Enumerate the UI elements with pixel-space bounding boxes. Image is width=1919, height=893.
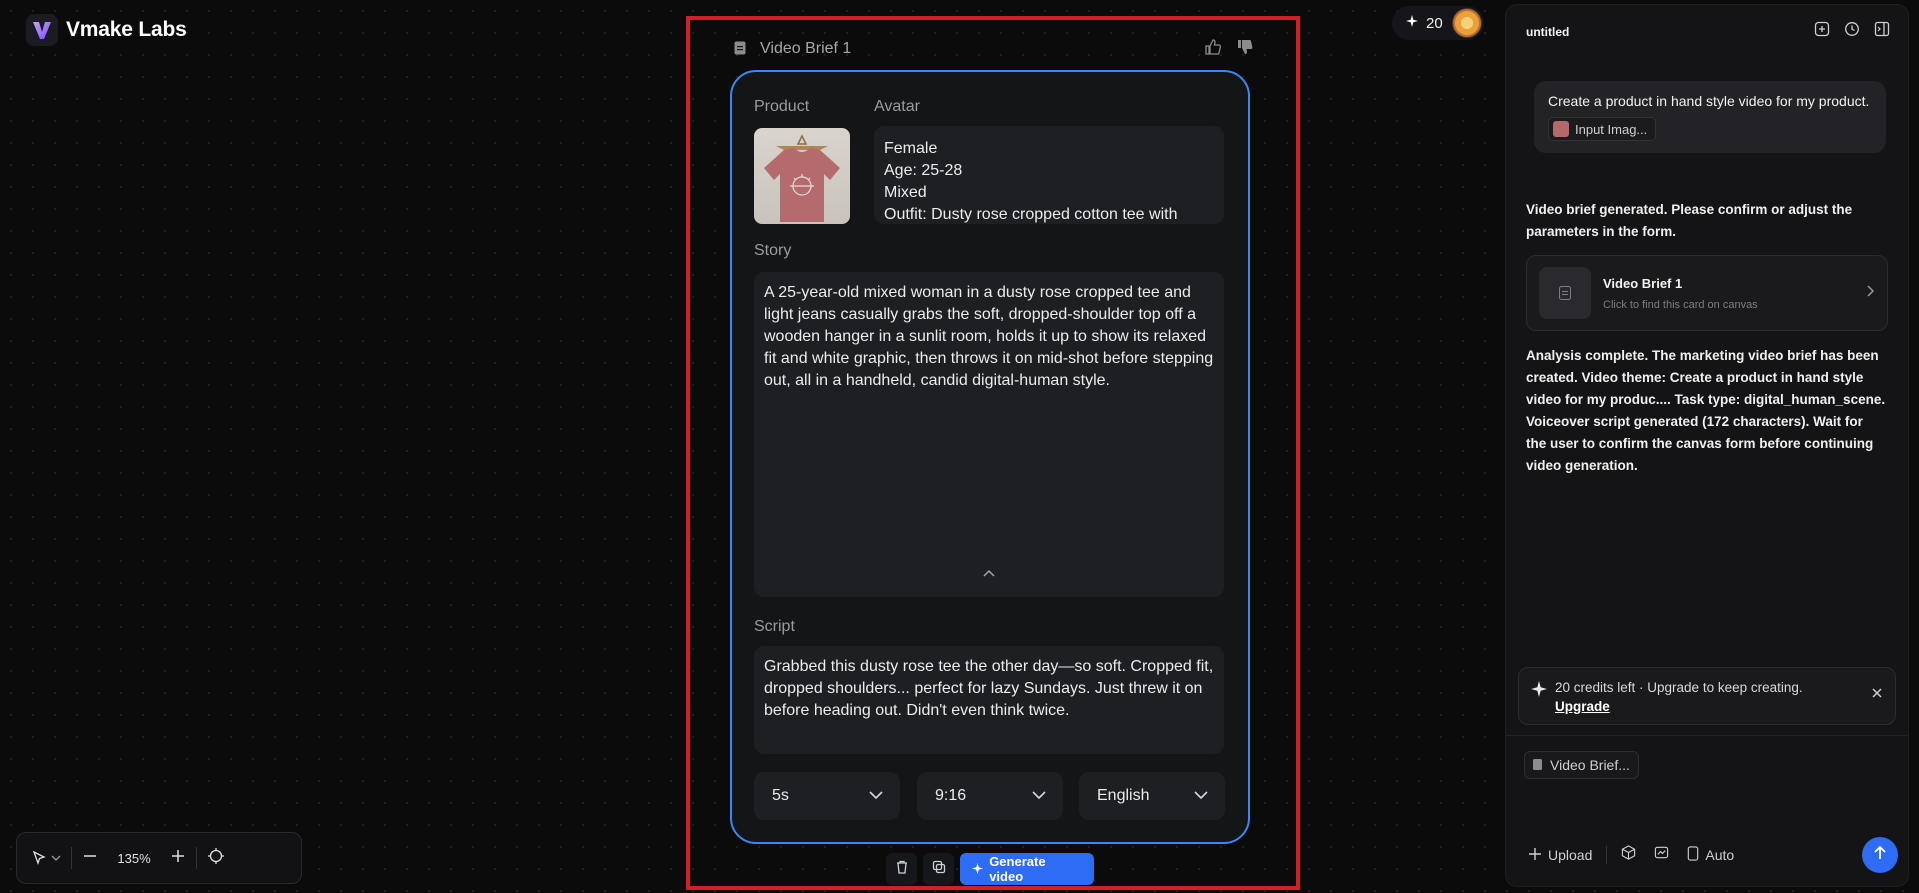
- delete-button[interactable]: [886, 853, 918, 885]
- sparkle-icon: [972, 862, 984, 877]
- card-header: Video Brief 1: [734, 36, 1254, 62]
- chevron-up-icon: [982, 563, 996, 585]
- duration-select[interactable]: 5s: [754, 772, 900, 820]
- recenter-icon[interactable]: [207, 847, 225, 870]
- composer-toolbar: Upload Auto: [1528, 837, 1898, 873]
- image-settings-icon[interactable]: [1654, 845, 1669, 865]
- script-text: Grabbed this dusty rose tee the other da…: [764, 658, 1214, 719]
- language-select[interactable]: English: [1079, 772, 1225, 820]
- product-image[interactable]: [754, 128, 850, 224]
- panel-title: untitled: [1526, 25, 1570, 39]
- document-icon: [1539, 267, 1591, 319]
- zoom-out-button[interactable]: [82, 848, 98, 869]
- document-icon: [1533, 757, 1542, 773]
- app-logo[interactable]: Vmake Labs: [26, 14, 187, 46]
- document-icon: [734, 41, 748, 57]
- chevron-down-icon: [868, 787, 884, 805]
- credit-notice: 20 credits left · Upgrade to keep creati…: [1518, 667, 1896, 725]
- copy-icon: [932, 860, 946, 879]
- chat-panel: untitled Create a product in hand style …: [1505, 4, 1909, 887]
- product-label: Product: [754, 98, 810, 115]
- sparkle-icon: [1406, 14, 1418, 32]
- divider: [1506, 735, 1908, 736]
- avatar-ethnicity: Mixed: [884, 184, 927, 201]
- story-text: A 25-year-old mixed woman in a dusty ros…: [764, 284, 1214, 389]
- card-toolbar: Generate video: [886, 853, 1094, 885]
- script-textarea[interactable]: Grabbed this dusty rose tee the other da…: [754, 646, 1224, 754]
- zoom-controls: 135%: [16, 832, 302, 884]
- send-button[interactable]: [1862, 837, 1898, 873]
- context-chip[interactable]: Video Brief...: [1524, 751, 1639, 779]
- avatar-label: Avatar: [874, 98, 920, 115]
- divider: [196, 847, 197, 869]
- language-value: English: [1097, 787, 1150, 804]
- app-name: Vmake Labs: [66, 18, 187, 41]
- new-chat-icon[interactable]: [1814, 21, 1830, 42]
- aspect-ratio-value: 9:16: [935, 787, 967, 804]
- brief-card-title: Video Brief 1: [1603, 275, 1683, 291]
- history-icon[interactable]: [1844, 21, 1860, 42]
- duplicate-button[interactable]: [923, 853, 955, 885]
- avatar-outfit: Outfit: Dusty rose cropped cotton tee wi…: [884, 206, 1178, 223]
- assistant-intro: Video brief generated. Please confirm or…: [1526, 202, 1853, 239]
- divider: [1606, 846, 1608, 864]
- chevron-down-icon: [1031, 787, 1047, 805]
- chevron-down-icon: [1193, 787, 1209, 805]
- generate-video-button[interactable]: Generate video: [960, 853, 1094, 885]
- video-brief-card[interactable]: Product Avatar Female Age: 25-28 Mixed O…: [730, 70, 1250, 844]
- avatar-details[interactable]: Female Age: 25-28 Mixed Outfit: Dusty ro…: [874, 126, 1224, 224]
- arrow-up-icon: [1873, 845, 1887, 866]
- generate-video-label: Generate video: [989, 854, 1046, 884]
- upgrade-link[interactable]: Upgrade: [1555, 697, 1803, 716]
- thumbs-down-icon[interactable]: [1236, 38, 1254, 61]
- brief-reference-card[interactable]: Video Brief 1 Click to find this card on…: [1526, 255, 1888, 331]
- avatar-age: Age: 25-28: [884, 162, 963, 179]
- aspect-ratio-select[interactable]: 9:16: [917, 772, 1063, 820]
- attachment-thumbnail: [1553, 121, 1569, 137]
- credit-notice-text: 20 credits left · Upgrade to keep creati…: [1555, 680, 1803, 695]
- phone-icon: [1687, 846, 1699, 864]
- user-message-text: Create a product in hand style video for…: [1548, 93, 1870, 109]
- zoom-level: 135%: [117, 850, 151, 866]
- context-chip-label: Video Brief...: [1550, 757, 1630, 773]
- brief-card-subtitle: Click to find this card on canvas: [1603, 298, 1758, 311]
- assistant-summary: Analysis complete. The marketing video b…: [1526, 348, 1886, 473]
- attachment-chip[interactable]: Input Imag...: [1548, 117, 1657, 141]
- close-icon[interactable]: [1871, 686, 1883, 704]
- credits-count: 20: [1426, 14, 1443, 32]
- thumbs-up-icon[interactable]: [1204, 38, 1222, 61]
- script-label: Script: [754, 618, 795, 635]
- divider: [71, 847, 72, 869]
- mode-select[interactable]: Auto: [1687, 846, 1734, 864]
- upload-label: Upload: [1548, 847, 1593, 863]
- chevron-right-icon: [1865, 284, 1875, 303]
- plus-icon: [1528, 847, 1542, 864]
- logo-icon: [26, 14, 58, 46]
- trash-icon: [895, 860, 909, 879]
- user-avatar[interactable]: [1452, 8, 1482, 38]
- avatar-gender: Female: [884, 140, 938, 157]
- sidebar-toggle-icon[interactable]: [1874, 21, 1890, 42]
- user-message: Create a product in hand style video for…: [1534, 81, 1886, 153]
- mode-label: Auto: [1705, 847, 1735, 863]
- upload-button[interactable]: Upload: [1528, 847, 1592, 864]
- cube-icon[interactable]: [1621, 845, 1636, 865]
- attachment-label: Input Imag...: [1575, 121, 1648, 137]
- collapse-button[interactable]: [976, 564, 1002, 584]
- duration-value: 5s: [772, 787, 789, 804]
- sparkle-icon: [1531, 681, 1547, 724]
- zoom-in-button[interactable]: [170, 848, 186, 869]
- pointer-tool-icon[interactable]: [31, 850, 61, 866]
- card-title: Video Brief 1: [760, 40, 852, 57]
- story-textarea[interactable]: A 25-year-old mixed woman in a dusty ros…: [754, 272, 1224, 597]
- story-label: Story: [754, 242, 792, 259]
